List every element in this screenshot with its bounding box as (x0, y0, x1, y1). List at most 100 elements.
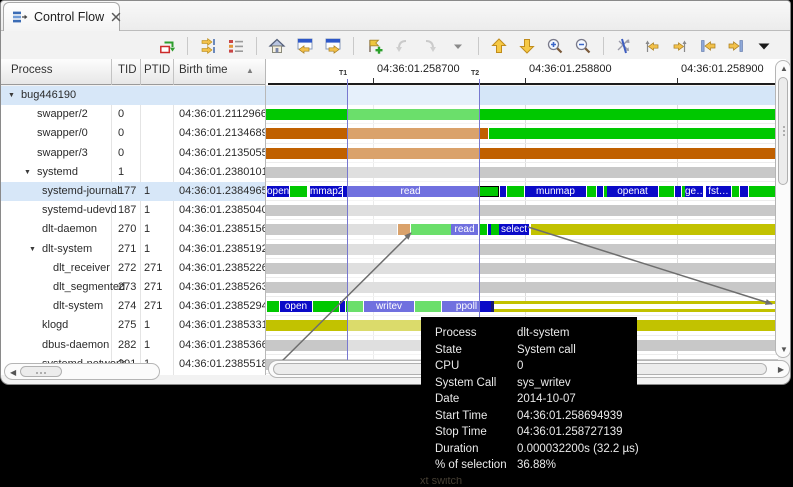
marker-menu-caret-icon[interactable] (448, 36, 468, 56)
tree-hscroll-thumb[interactable] (20, 366, 62, 377)
table-row[interactable]: dlt-daemon270104:36:01.238515639 (1, 220, 266, 239)
state-segment-openat[interactable]: openat (607, 186, 658, 197)
table-row[interactable]: dlt_receiver27227104:36:01.238522639 (1, 259, 266, 278)
close-icon[interactable] (110, 11, 122, 23)
timeline-row[interactable]: readselect (266, 220, 778, 239)
state-segment[interactable] (531, 224, 778, 235)
align-views-icon[interactable] (198, 36, 218, 56)
state-segment[interactable] (340, 301, 345, 312)
vscroll-thumb[interactable] (778, 77, 788, 185)
timeline-row[interactable] (266, 240, 778, 259)
state-segment-open[interactable]: open (280, 301, 312, 312)
select-previous-state-icon[interactable] (489, 36, 509, 56)
column-header-ptid[interactable]: PTID (144, 64, 170, 76)
add-bookmark-icon[interactable] (364, 36, 384, 56)
next-event-icon[interactable] (323, 36, 343, 56)
table-row[interactable]: swapper/2004:36:01.211296639 (1, 105, 266, 124)
table-row[interactable]: klogd275104:36:01.238533139 (1, 316, 266, 335)
state-segment[interactable] (507, 186, 524, 197)
next-marker-icon (420, 36, 440, 56)
scroll-up-icon[interactable]: ▲ (780, 64, 788, 73)
expand-collapse-icon[interactable]: ▼ (24, 169, 31, 176)
expand-collapse-icon[interactable]: ▼ (8, 92, 15, 99)
state-segment[interactable] (313, 301, 339, 312)
select-next-state-icon[interactable] (517, 36, 537, 56)
state-segment[interactable] (491, 224, 499, 235)
tree-horizontal-scrollbar[interactable]: ◀ (4, 363, 160, 380)
state-segment[interactable] (290, 186, 307, 197)
state-segment-fst[interactable]: fst… (706, 186, 731, 197)
state-segment[interactable] (494, 301, 778, 312)
state-segment[interactable] (266, 244, 778, 255)
state-segment[interactable] (266, 205, 778, 216)
timeline-row[interactable] (266, 144, 778, 163)
expand-collapse-icon[interactable]: ▼ (29, 246, 36, 253)
process-name: dlt-system (42, 243, 92, 255)
show-legend-icon[interactable] (226, 36, 246, 56)
table-row[interactable]: ▼systemd104:36:01.238010139 (1, 163, 266, 182)
table-row[interactable]: ▼bug446190 (1, 86, 266, 105)
table-row[interactable]: ▼dlt-system271104:36:01.238519239 (1, 240, 266, 259)
state-segment-ge[interactable]: ge… (685, 186, 703, 197)
state-segment[interactable] (267, 301, 279, 312)
state-segment[interactable] (675, 186, 681, 197)
state-segment[interactable] (266, 263, 778, 274)
go-to-start-icon[interactable] (698, 36, 718, 56)
state-segment[interactable] (266, 148, 778, 159)
previous-event-icon[interactable] (295, 36, 315, 56)
table-row[interactable]: systemd-journal177104:36:01.238496539 (1, 182, 266, 201)
column-header-tid[interactable]: TID (118, 64, 137, 76)
timeline-row[interactable] (266, 259, 778, 278)
table-row[interactable]: swapper/3004:36:01.213505539 (1, 144, 266, 163)
hide-arrows-icon[interactable] (614, 36, 634, 56)
scroll-right-icon[interactable]: ▶ (778, 365, 784, 374)
state-segment-select[interactable]: select (499, 224, 529, 235)
state-segment[interactable] (478, 186, 499, 197)
state-segment[interactable] (749, 186, 778, 197)
home-icon[interactable] (267, 36, 287, 56)
zoom-out-icon[interactable] (573, 36, 593, 56)
timeline-row[interactable] (266, 278, 778, 297)
state-segment[interactable] (740, 186, 748, 197)
state-segment-munmap[interactable]: munmap (525, 186, 586, 197)
timeline-row[interactable] (266, 163, 778, 182)
follow-cpu-backward-icon[interactable] (642, 36, 662, 56)
timeline-row[interactable]: openwritevppoll (266, 297, 778, 316)
state-segment[interactable] (732, 186, 739, 197)
state-segment[interactable] (500, 186, 506, 197)
timeline-vertical-scrollbar[interactable]: ▲ ▼ (775, 60, 791, 358)
table-row[interactable]: dlt_segmented27327104:36:01.238526339 (1, 278, 266, 297)
timeline-row[interactable] (266, 201, 778, 220)
table-row[interactable]: dlt-system27427104:36:01.238529439 (1, 297, 266, 316)
timeline-row[interactable] (266, 105, 778, 124)
go-to-end-icon[interactable] (726, 36, 746, 56)
state-segment[interactable] (266, 167, 778, 178)
state-segment[interactable] (266, 282, 778, 293)
reset-time-icon[interactable] (157, 36, 177, 56)
scroll-left-icon[interactable]: ◀ (10, 368, 16, 377)
state-segment[interactable] (266, 86, 778, 105)
column-header-process[interactable]: Process (11, 64, 53, 76)
ptid-value: 1 (144, 319, 150, 331)
tab-control-flow[interactable]: Control Flow (3, 2, 120, 31)
timeline-row[interactable] (266, 86, 778, 105)
table-row[interactable]: dbus-daemon282104:36:01.238536639 (1, 336, 266, 355)
state-segment-mmap2[interactable]: mmap2 (310, 186, 342, 197)
state-segment[interactable] (659, 186, 674, 197)
table-row[interactable]: swapper/0004:36:01.213468939 (1, 124, 266, 143)
state-segment-open[interactable]: open (267, 186, 289, 197)
state-segment[interactable] (479, 224, 487, 235)
state-segment[interactable] (587, 186, 596, 197)
timeline-row[interactable] (266, 124, 778, 143)
state-segment[interactable] (266, 109, 778, 120)
timeline-row[interactable]: openmmap2readmunmapopenatge…fst… (266, 182, 778, 201)
scroll-down-icon[interactable]: ▼ (780, 345, 788, 354)
zoom-in-icon[interactable] (545, 36, 565, 56)
state-segment[interactable] (489, 128, 778, 139)
state-segment[interactable] (597, 186, 603, 197)
column-header-birth-time[interactable]: Birth time (179, 64, 228, 76)
table-row[interactable]: systemd-udevd187104:36:01.238504039 (1, 201, 266, 220)
birth-time-value: 04:36:01.238515639 (179, 223, 266, 235)
view-menu-icon[interactable] (754, 36, 774, 56)
follow-cpu-forward-icon[interactable] (670, 36, 690, 56)
